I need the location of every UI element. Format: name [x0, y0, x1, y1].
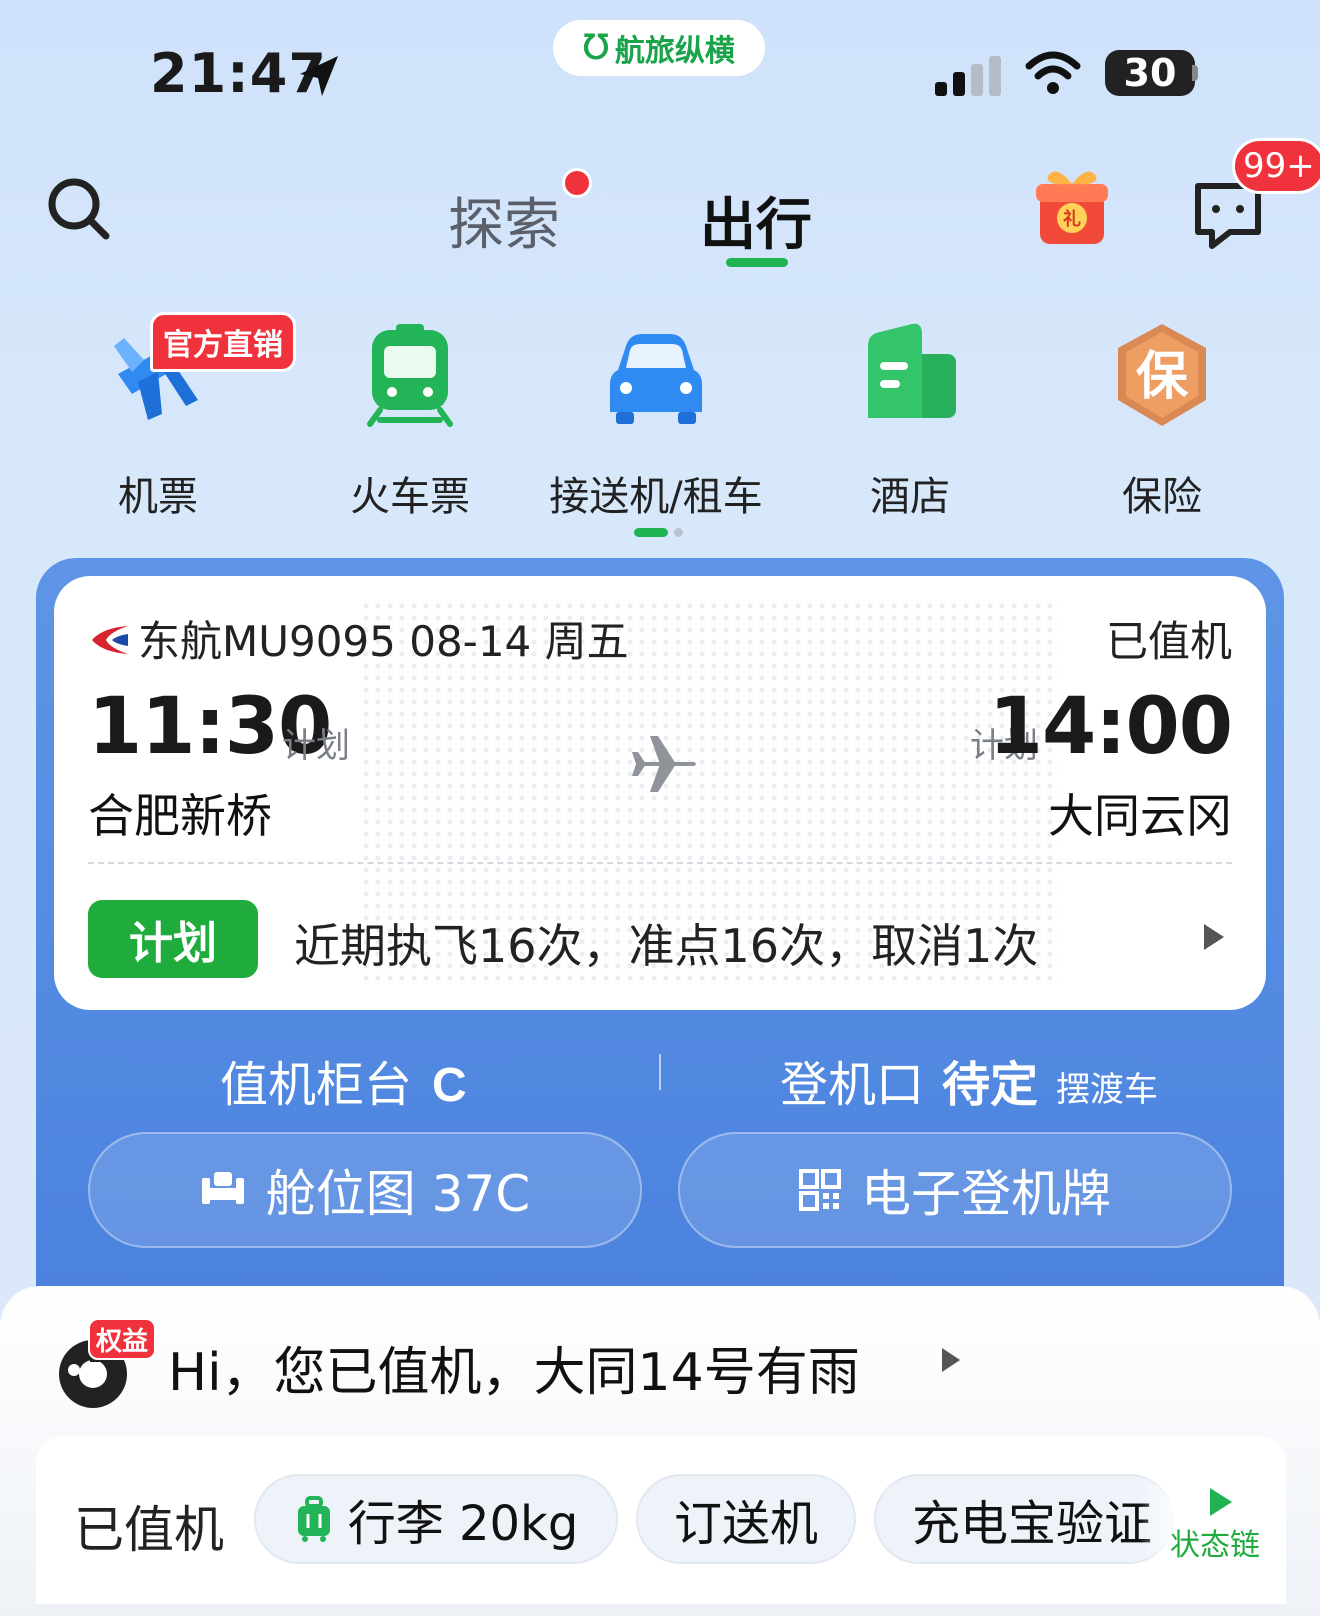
battery-tip — [1192, 65, 1198, 81]
train-icon — [367, 324, 453, 427]
service-label: 火车票 — [350, 474, 470, 520]
insurance-glyph: 保 — [1136, 347, 1189, 407]
pickup-chip[interactable]: 订送机 — [636, 1474, 856, 1564]
service-car-rental[interactable]: 接送机/租车 — [549, 316, 763, 522]
official-tag: 官方直销 — [150, 312, 296, 372]
location-arrow-icon — [300, 56, 338, 96]
gate-note: 摆渡车 — [1056, 1070, 1159, 1110]
baggage-label: 行李 20kg — [347, 1496, 579, 1552]
seat-icon — [201, 1172, 244, 1204]
flight-info: 东航MU9095 08-14 周五 — [138, 617, 629, 666]
gate-label: 登机口 — [780, 1057, 925, 1113]
card-divider — [88, 862, 1232, 864]
boarding-pass-button[interactable]: 电子登机牌 — [678, 1132, 1232, 1248]
chevron-right-icon[interactable] — [942, 1348, 960, 1372]
signal-icon — [935, 56, 1001, 96]
departure-plan-label: 计划 — [282, 726, 350, 766]
app-pill-label: 航旅纵横 — [614, 34, 735, 69]
counter-label: 值机柜台 — [220, 1057, 413, 1113]
airline-logo-icon — [92, 626, 128, 654]
service-label: 机票 — [118, 474, 198, 520]
status-label: 已值机 — [74, 1501, 224, 1559]
car-icon — [610, 334, 702, 424]
flight-stats[interactable]: 近期执飞16次，准点16次，取消1次 — [294, 910, 1038, 976]
wifi-icon — [1025, 51, 1081, 94]
assistant-message[interactable]: Hi，您已值机，大同14号有雨 — [168, 1330, 860, 1405]
counter-value: C — [432, 1059, 467, 1112]
service-label: 接送机/租车 — [549, 474, 763, 520]
status-chain-link[interactable]: 状态链 — [1170, 1520, 1260, 1564]
hotel-icon — [868, 323, 956, 418]
active-tab-indicator — [726, 258, 788, 267]
gate-info: 登机口 待定 摆渡车 — [780, 1045, 1158, 1115]
departure-city: 合肥新桥 — [88, 789, 272, 843]
arrival-time: 14:00 — [988, 682, 1233, 772]
qr-code-icon — [799, 1169, 841, 1211]
plane-icon — [632, 736, 696, 792]
app-logo-icon: ᘮ — [583, 28, 609, 68]
chevron-right-icon[interactable] — [1204, 924, 1224, 950]
page-indicator — [634, 528, 683, 537]
seat-map-label: 舱位图 37C — [265, 1165, 531, 1223]
service-label: 保险 — [1122, 474, 1202, 520]
service-hotel[interactable]: 酒店 — [810, 316, 1010, 522]
seat-map-button[interactable]: 舱位图 37C — [88, 1132, 642, 1248]
baggage-chip[interactable]: 行李 20kg — [254, 1474, 618, 1564]
gift-icon[interactable]: 礼 — [1032, 162, 1112, 248]
app-pill[interactable]: ᘮ 航旅纵横 — [553, 20, 765, 76]
play-arrow-icon[interactable] — [1210, 1488, 1232, 1516]
info-divider — [659, 1054, 661, 1090]
checkin-counter: 值机柜台 C — [220, 1045, 467, 1115]
arrival-city: 大同云冈 — [1048, 789, 1232, 843]
service-label: 酒店 — [870, 474, 950, 520]
message-badge: 99+ — [1232, 138, 1320, 194]
search-icon[interactable] — [44, 174, 114, 244]
luggage-icon — [297, 1496, 330, 1542]
svg-text:礼: 礼 — [1063, 208, 1081, 230]
flight-status: 已值机 — [1105, 617, 1232, 666]
service-train-ticket[interactable]: 火车票 — [310, 316, 510, 522]
tab-travel[interactable]: 出行 — [700, 180, 812, 261]
notification-dot — [562, 168, 592, 198]
tab-explore[interactable]: 探索 — [448, 180, 560, 261]
gate-value: 待定 — [942, 1057, 1039, 1113]
insurance-icon: 保 — [1118, 324, 1206, 426]
service-insurance[interactable]: 保 保险 — [1062, 316, 1262, 522]
plan-tag: 计划 — [88, 900, 258, 978]
powerbank-chip[interactable]: 充电宝验证 — [874, 1474, 1174, 1564]
boarding-pass-label: 电子登机牌 — [861, 1165, 1111, 1223]
battery-icon: 30 — [1105, 50, 1195, 96]
rights-tag: 权益 — [88, 1318, 157, 1360]
